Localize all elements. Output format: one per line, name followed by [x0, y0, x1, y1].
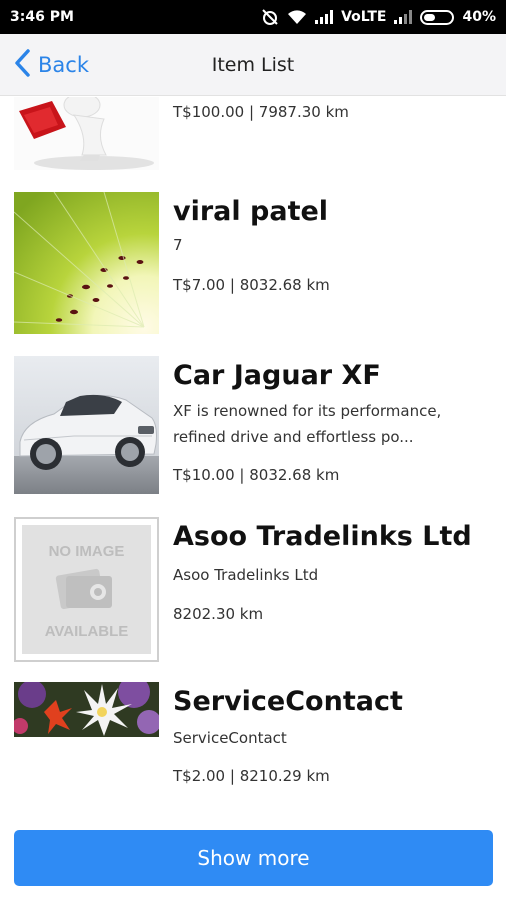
item-description: Asoo Tradelinks Ltd: [173, 566, 319, 584]
list-item[interactable]: viral patel 7 T$7.00 | 8032.68 km: [0, 192, 506, 338]
battery-percent: 40%: [462, 9, 496, 25]
list-item[interactable]: T$100.00 | 7987.30 km: [0, 97, 506, 175]
battery-icon: [420, 9, 455, 25]
item-title: Asoo Tradelinks Ltd: [173, 521, 472, 552]
status-bar: 3:46 PM VoLTE 40%: [0, 0, 506, 34]
chevron-left-icon: [14, 48, 30, 82]
alarm-off-icon: [261, 8, 279, 26]
item-meta: T$10.00 | 8032.68 km: [173, 466, 340, 484]
list-item[interactable]: ServiceContact ServiceContact T$2.00 | 8…: [0, 682, 506, 807]
show-more-button[interactable]: Show more: [14, 830, 493, 886]
item-meta: T$2.00 | 8210.29 km: [173, 767, 330, 785]
item-meta: 8202.30 km: [173, 605, 264, 623]
item-description: XF is renowned for its performance, refi…: [173, 402, 442, 446]
placeholder-text-top: NO IMAGE: [48, 543, 125, 560]
signal-icon-2: [394, 10, 413, 24]
back-button[interactable]: Back: [14, 34, 89, 96]
item-thumbnail: [14, 356, 159, 494]
status-time: 3:46 PM: [10, 9, 74, 25]
item-title: Car Jaguar XF: [173, 360, 381, 391]
item-thumbnail: [14, 682, 159, 737]
camera-icon: [52, 568, 122, 616]
navigation-bar: Back Item List: [0, 34, 506, 96]
back-label: Back: [38, 53, 89, 77]
item-meta: T$100.00 | 7987.30 km: [173, 103, 349, 121]
item-description: ServiceContact: [173, 729, 287, 747]
item-description: 7: [173, 236, 183, 254]
item-title: viral patel: [173, 196, 329, 227]
item-meta: T$7.00 | 8032.68 km: [173, 276, 330, 294]
no-image-placeholder: NO IMAGE AVAILABLE: [14, 517, 159, 662]
list-item[interactable]: NO IMAGE AVAILABLE Asoo Tradelinks Ltd A…: [0, 517, 506, 665]
wifi-icon: [287, 9, 307, 25]
network-label: VoLTE: [341, 9, 387, 25]
item-title: ServiceContact: [173, 686, 403, 717]
list-item[interactable]: Car Jaguar XF XF is renowned for its per…: [0, 356, 506, 498]
placeholder-text-bottom: AVAILABLE: [44, 623, 129, 640]
signal-icon: [315, 10, 334, 24]
item-list[interactable]: T$100.00 | 7987.30 km viral patel 7 T$7.…: [0, 97, 506, 807]
item-thumbnail: [14, 192, 159, 334]
item-thumbnail: [14, 97, 159, 170]
